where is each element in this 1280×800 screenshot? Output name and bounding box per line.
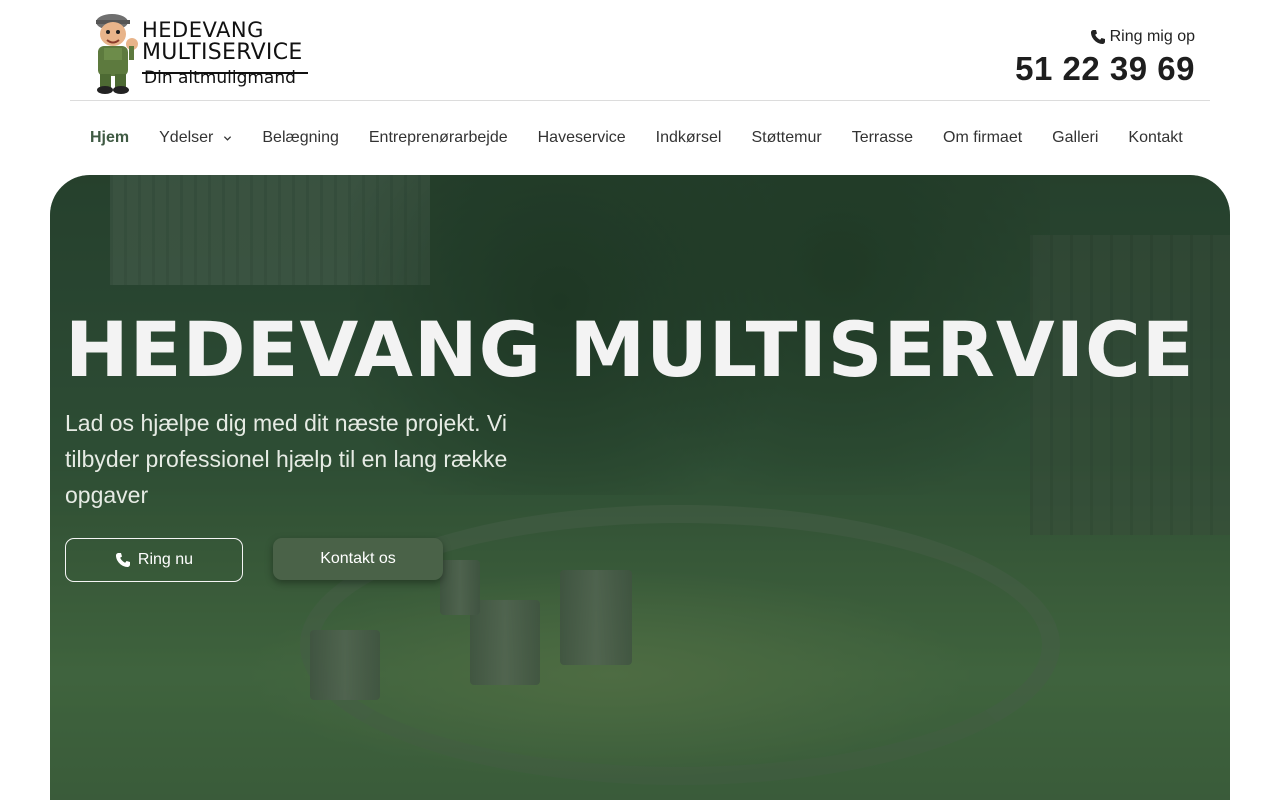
nav-item-indkorsel[interactable]: Indkørsel bbox=[656, 129, 722, 147]
nav-label: Ydelser bbox=[159, 129, 214, 146]
nav-item-stottemur[interactable]: Støttemur bbox=[751, 129, 821, 147]
nav-item-om-firmaet[interactable]: Om firmaet bbox=[943, 129, 1022, 147]
nav-item-galleri[interactable]: Galleri bbox=[1052, 129, 1098, 147]
hero-subtitle: Lad os hjælpe dig med dit næste projekt.… bbox=[65, 410, 508, 508]
logo-line-1: HEDEVANG bbox=[142, 18, 264, 42]
logo-tagline: Din altmuligmand bbox=[144, 68, 296, 88]
hero-section: HEDEVANG MULTISERVICE Lad os hjælpe dig … bbox=[50, 175, 1230, 800]
site-logo[interactable]: HEDEVANG MULTISERVICE Din altmuligmand bbox=[86, 8, 316, 94]
contact-us-label: Kontakt os bbox=[320, 550, 396, 567]
main-nav: Hjem Ydelser Belægning Entreprenørarbejd… bbox=[90, 120, 1213, 156]
handyman-mascot-icon bbox=[96, 14, 138, 94]
nav-label: Haveservice bbox=[537, 129, 626, 146]
call-now-label: Ring nu bbox=[137, 551, 194, 568]
phone-number[interactable]: 51 22 39 69 bbox=[1015, 50, 1195, 88]
nav-label: Kontakt bbox=[1128, 129, 1183, 146]
logo-wordmark: HEDEVANG MULTISERVICE bbox=[142, 20, 303, 64]
call-me-label: Ring mig op bbox=[1109, 28, 1195, 45]
call-me-link[interactable]: Ring mig op bbox=[1015, 28, 1195, 46]
site-header: HEDEVANG MULTISERVICE Din altmuligmand R… bbox=[70, 0, 1210, 101]
nav-item-ydelser[interactable]: Ydelser bbox=[159, 129, 232, 147]
nav-item-haveservice[interactable]: Haveservice bbox=[538, 129, 626, 147]
nav-label: Om firmaet bbox=[943, 129, 1023, 146]
nav-label: Terrasse bbox=[851, 129, 914, 146]
phone-icon bbox=[1090, 30, 1105, 44]
phone-icon bbox=[115, 553, 130, 567]
nav-label: Galleri bbox=[1052, 129, 1099, 146]
nav-item-entreprenorarbejde[interactable]: Entreprenørarbejde bbox=[369, 129, 508, 147]
nav-label: Entreprenørarbejde bbox=[368, 129, 508, 146]
nav-label: Belægning bbox=[262, 129, 339, 146]
contact-us-button[interactable]: Kontakt os bbox=[273, 538, 443, 580]
nav-item-kontakt[interactable]: Kontakt bbox=[1128, 129, 1182, 147]
logo-line-2: MULTISERVICE bbox=[142, 40, 303, 65]
chevron-down-icon bbox=[224, 135, 232, 141]
nav-label: Indkørsel bbox=[655, 129, 722, 146]
nav-item-terrasse[interactable]: Terrasse bbox=[852, 129, 913, 147]
nav-item-belaegning[interactable]: Belægning bbox=[262, 129, 339, 147]
nav-label: Støttemur bbox=[751, 129, 822, 146]
nav-label: Hjem bbox=[90, 129, 130, 146]
header-phone: Ring mig op 51 22 39 69 bbox=[1015, 28, 1195, 88]
hero-title: HEDEVANG MULTISERVICE bbox=[65, 305, 1195, 394]
call-now-button[interactable]: Ring nu bbox=[65, 538, 243, 582]
nav-item-hjem[interactable]: Hjem bbox=[90, 129, 129, 147]
